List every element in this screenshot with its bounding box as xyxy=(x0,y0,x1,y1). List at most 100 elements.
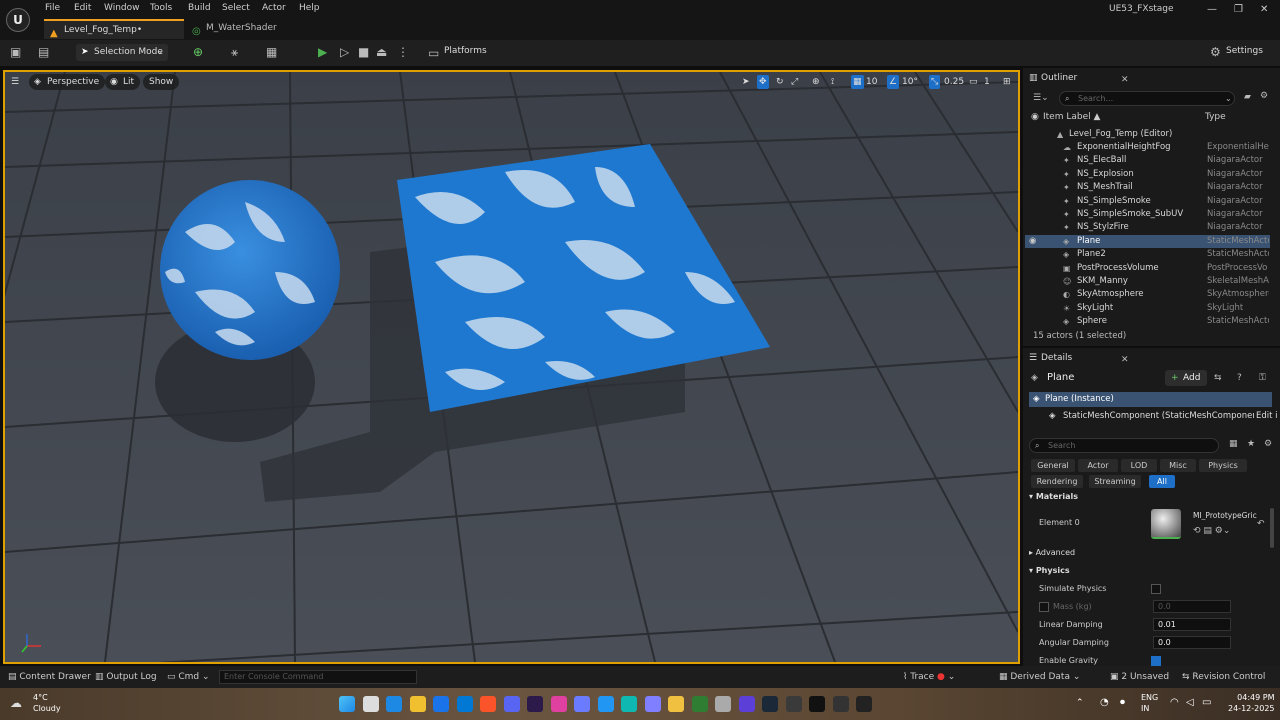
language-indicator[interactable]: ENG IN xyxy=(1141,692,1158,714)
taskbar-copilot-icon[interactable] xyxy=(621,696,637,712)
outliner-row[interactable]: ✦ NS_StylzFire NiagaraActor xyxy=(1025,221,1270,234)
weather-widget[interactable]: 4°C Cloudy xyxy=(33,692,61,714)
outliner-row[interactable]: ☀ SkyLight SkyLight xyxy=(1025,302,1270,315)
wifi-icon[interactable]: ◠ xyxy=(1170,697,1179,708)
blueprint-icon[interactable]: ⚹ xyxy=(231,45,238,60)
menu-help[interactable]: Help xyxy=(299,3,320,13)
scale-snap-value[interactable]: 0.25 xyxy=(944,75,964,89)
tab-outliner[interactable]: ▥ Outliner ✕ xyxy=(1029,70,1139,86)
details-scrollbar[interactable] xyxy=(1270,508,1274,548)
grid-snap-icon[interactable]: ▦ xyxy=(851,75,864,89)
material-thumbnail[interactable] xyxy=(1151,509,1181,539)
perspective-button[interactable]: ◈ Perspective xyxy=(29,74,106,90)
outliner-row[interactable]: ◈ Sphere StaticMeshActo xyxy=(1025,315,1270,328)
component-edit-link[interactable]: Edit i xyxy=(1254,409,1278,424)
taskbar-discord-icon[interactable] xyxy=(503,696,520,712)
filter-icon[interactable]: ☰⌄ xyxy=(1033,93,1049,103)
rotate-snap-icon[interactable]: ∠ xyxy=(887,75,900,89)
help-icon[interactable]: ? xyxy=(1237,373,1242,383)
select-tool-icon[interactable]: ➤ xyxy=(742,75,750,89)
taskbar-photos-icon[interactable] xyxy=(644,696,661,712)
scale-tool-icon[interactable]: ⤢ xyxy=(791,75,798,89)
taskbar-start-icon[interactable] xyxy=(339,696,355,712)
content-browser-icon[interactable]: ▤ xyxy=(38,45,49,59)
enable-gravity-checkbox[interactable] xyxy=(1151,656,1161,666)
blueprint-icon[interactable]: ⇆ xyxy=(1214,373,1222,383)
output-log-button[interactable]: ▥ Output Log xyxy=(95,672,157,682)
taskbar-outlook-icon[interactable] xyxy=(456,696,473,712)
camera-speed-value[interactable]: 1 xyxy=(984,75,990,89)
outliner-row[interactable]: ✦ NS_SimpleSmoke NiagaraActor xyxy=(1025,195,1270,208)
outliner-row[interactable]: ✦ NS_Explosion NiagaraActor xyxy=(1025,168,1270,181)
cmd-dropdown[interactable]: ▭ Cmd ⌄ xyxy=(167,672,210,682)
taskbar-notes-icon[interactable] xyxy=(668,696,684,712)
scale-snap-icon[interactable]: ⤡ xyxy=(929,75,941,89)
tab-water-shader[interactable]: ◎ M_WaterShader xyxy=(186,19,306,39)
battery-icon[interactable]: ▭ xyxy=(1202,697,1211,708)
maximize-viewport-icon[interactable]: ⊞ xyxy=(1003,75,1011,89)
mass-override-checkbox[interactable] xyxy=(1039,602,1049,612)
console-command-input[interactable]: Enter Console Command xyxy=(219,670,417,684)
mass-field[interactable]: 0.0 xyxy=(1153,600,1231,613)
materials-section[interactable]: ▾ Materials xyxy=(1029,492,1078,501)
add-component-button[interactable]: + Add xyxy=(1165,370,1207,386)
taskbar-files-icon[interactable] xyxy=(409,696,426,712)
linear-damping-field[interactable]: 0.01 xyxy=(1153,618,1231,631)
weather-icon[interactable]: ☁ xyxy=(10,696,22,710)
filter-all[interactable]: All xyxy=(1149,475,1175,488)
taskbar-brave-icon[interactable] xyxy=(480,696,496,712)
taskbar-epic-launcher-icon[interactable] xyxy=(832,696,849,712)
trace-button[interactable]: ⌇ Trace ● ⌄ xyxy=(903,672,955,682)
filter-general[interactable]: General xyxy=(1031,459,1075,472)
outliner-row[interactable]: ◐ SkyAtmosphere SkyAtmosphere xyxy=(1025,288,1270,301)
more-options-icon[interactable]: ⋮ xyxy=(397,45,409,59)
show-button[interactable]: Show xyxy=(143,74,180,90)
microphone-icon[interactable]: ⏺ xyxy=(1120,697,1125,708)
taskbar-epic-icon[interactable] xyxy=(785,696,802,712)
instance-row[interactable]: ◈ Plane (Instance) xyxy=(1029,392,1272,407)
outliner-row[interactable]: ▣ PostProcessVolume PostProcessVo xyxy=(1025,262,1270,275)
close-icon[interactable]: ✕ xyxy=(1121,72,1129,88)
outliner-row[interactable]: ✦ NS_SimpleSmoke_SubUV NiagaraActor xyxy=(1025,208,1270,221)
advanced-section[interactable]: ▸ Advanced xyxy=(1029,548,1075,557)
filter-rendering[interactable]: Rendering xyxy=(1031,475,1083,488)
filter-physics[interactable]: Physics xyxy=(1199,459,1247,472)
outliner-row[interactable]: ☺ SKM_Manny SkeletalMeshAc xyxy=(1025,275,1270,288)
outliner-root-row[interactable]: ▲ Level_Fog_Temp (Editor) xyxy=(1025,128,1270,141)
level-viewport[interactable]: ☰ ◈ Perspective ◉ Lit Show ➤ ✥ ↻ ⤢ ⊕ ⟟ ▦… xyxy=(3,70,1020,664)
translate-tool-icon[interactable]: ✥ xyxy=(757,75,769,89)
angular-damping-field[interactable]: 0.0 xyxy=(1153,636,1231,649)
outliner-row[interactable]: ✦ NS_MeshTrail NiagaraActor xyxy=(1025,181,1270,194)
chevron-up-icon[interactable]: ⌃ xyxy=(1076,698,1084,708)
taskbar-docs-icon[interactable] xyxy=(597,696,614,712)
filter-streaming[interactable]: Streaming xyxy=(1089,475,1141,488)
step-icon[interactable]: ▷ xyxy=(340,45,349,59)
stop-icon[interactable]: ■ xyxy=(358,45,369,59)
material-actions-icon[interactable]: ⟲ ▤ ⚙⌄ xyxy=(1193,526,1230,536)
menu-build[interactable]: Build xyxy=(188,3,211,13)
revision-control-button[interactable]: ⇆ Revision Control xyxy=(1182,672,1265,682)
play-icon[interactable]: ▶ xyxy=(318,45,327,59)
save-icon[interactable]: ▣ xyxy=(10,45,21,59)
taskbar-chrome-icon[interactable] xyxy=(433,696,449,712)
taskbar-steam-icon[interactable] xyxy=(762,696,778,712)
grid-snap-value[interactable]: 10 xyxy=(866,75,877,89)
taskbar-affinity-icon[interactable] xyxy=(527,696,543,712)
menu-tools[interactable]: Tools xyxy=(150,3,172,13)
taskbar-search-icon[interactable] xyxy=(362,696,379,712)
outliner-row[interactable]: ◈ Plane2 StaticMeshActo xyxy=(1025,248,1270,261)
star-icon[interactable]: ★ xyxy=(1247,439,1255,449)
component-row[interactable]: ◈ StaticMeshComponent (StaticMeshCompone… xyxy=(1029,409,1272,424)
rotate-snap-value[interactable]: 10° xyxy=(902,75,918,89)
taskbar-app-gray-icon[interactable] xyxy=(715,696,731,712)
world-space-icon[interactable]: ⊕ xyxy=(812,75,820,89)
surface-snap-icon[interactable]: ⟟ xyxy=(831,75,834,89)
cinematics-icon[interactable]: ▦ xyxy=(266,45,277,59)
maximize-icon[interactable]: ❐ xyxy=(1234,4,1243,15)
outliner-row[interactable]: ☁ ExponentialHeightFog ExponentialHeig xyxy=(1025,141,1270,154)
outliner-row[interactable]: ◉ ◈ Plane StaticMeshActo xyxy=(1025,234,1270,248)
volume-icon[interactable]: ◁ xyxy=(1186,697,1194,708)
taskbar-store-icon[interactable] xyxy=(574,696,590,712)
lock-icon[interactable]: ⚿ xyxy=(1259,373,1266,383)
outliner-search-input[interactable]: ⌕ Search... ⌄ xyxy=(1059,91,1235,106)
